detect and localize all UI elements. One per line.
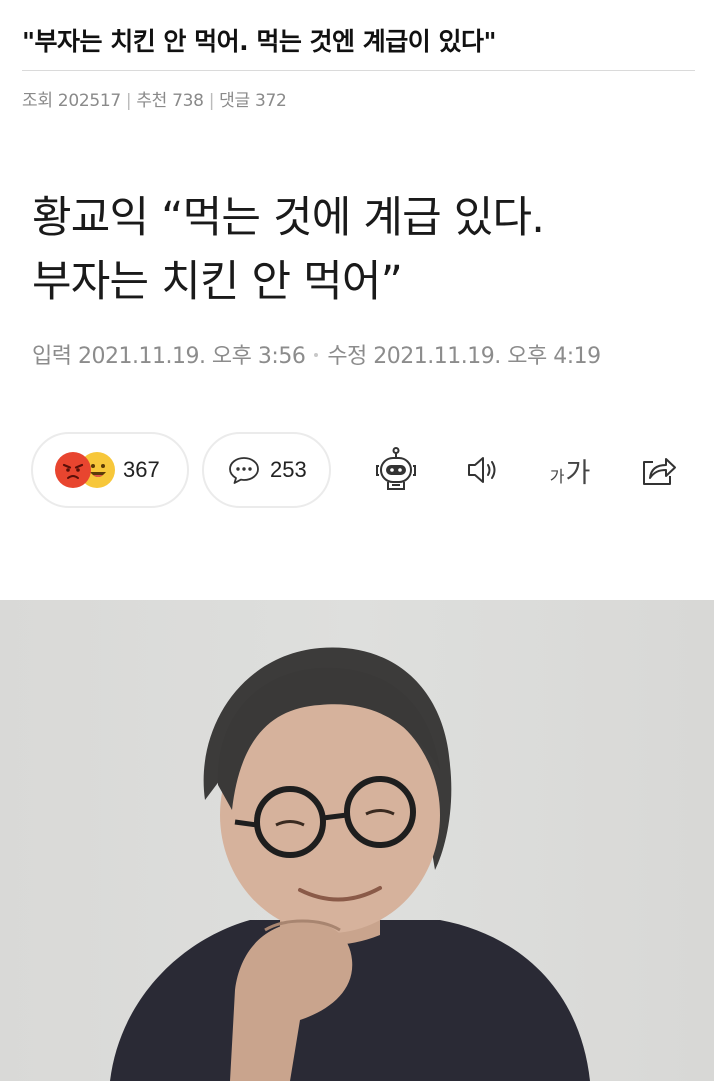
comment-count: 253 [270,457,307,482]
share-button[interactable] [632,444,684,496]
speaker-icon [461,448,505,492]
input-label: 입력 [32,344,72,369]
date-separator-dot [314,352,319,357]
portrait-illustration [110,647,590,1081]
comments-label: 댓글 [219,91,250,111]
post-meta: 조회 202517 | 추천 738 | 댓글 372 [22,86,287,111]
input-date: 2021.11.19. 오후 3:56 [77,344,306,369]
meta-separator: | [125,91,132,111]
share-icon [636,448,680,492]
article-photo [0,600,714,1081]
article-headline: 황교익 “먹는 것에 계급 있다. 부자는 치킨 안 먹어” [32,186,692,314]
edit-label: 수정 [327,344,367,369]
angry-emoji-icon [55,452,91,488]
views-count: 202517 [57,91,121,111]
font-large-label: 가 [565,457,591,489]
comments-count: 372 [254,91,287,111]
edit-date: 2021.11.19. 오후 4:19 [373,344,601,369]
post-title: "부자는 치킨 안 먹어. 먹는 것엔 계급이 있다" [22,27,496,56]
article-dates: 입력 2021.11.19. 오후 3:56 수정 2021.11.19. 오후 … [32,338,601,370]
speech-bubble-icon [226,452,262,488]
font-small-label: 가 [549,467,565,486]
meta-separator: | [208,91,215,111]
reactions-button[interactable]: 367 [31,432,189,508]
title-divider [22,70,695,71]
recommend-label: 추천 [136,91,168,111]
recommend-count: 738 [172,91,204,111]
listen-button[interactable] [457,444,509,496]
views-label: 조회 [22,91,53,111]
headline-line-2: 부자는 치킨 안 먹어” [32,257,403,307]
summary-bot-button[interactable] [370,444,422,496]
headline-line-1: 황교익 “먹는 것에 계급 있다. [32,193,545,243]
comments-button[interactable]: 253 [202,432,331,508]
reaction-count: 367 [123,457,160,482]
font-size-button[interactable]: 가가 [544,444,596,496]
robot-icon [371,445,421,495]
